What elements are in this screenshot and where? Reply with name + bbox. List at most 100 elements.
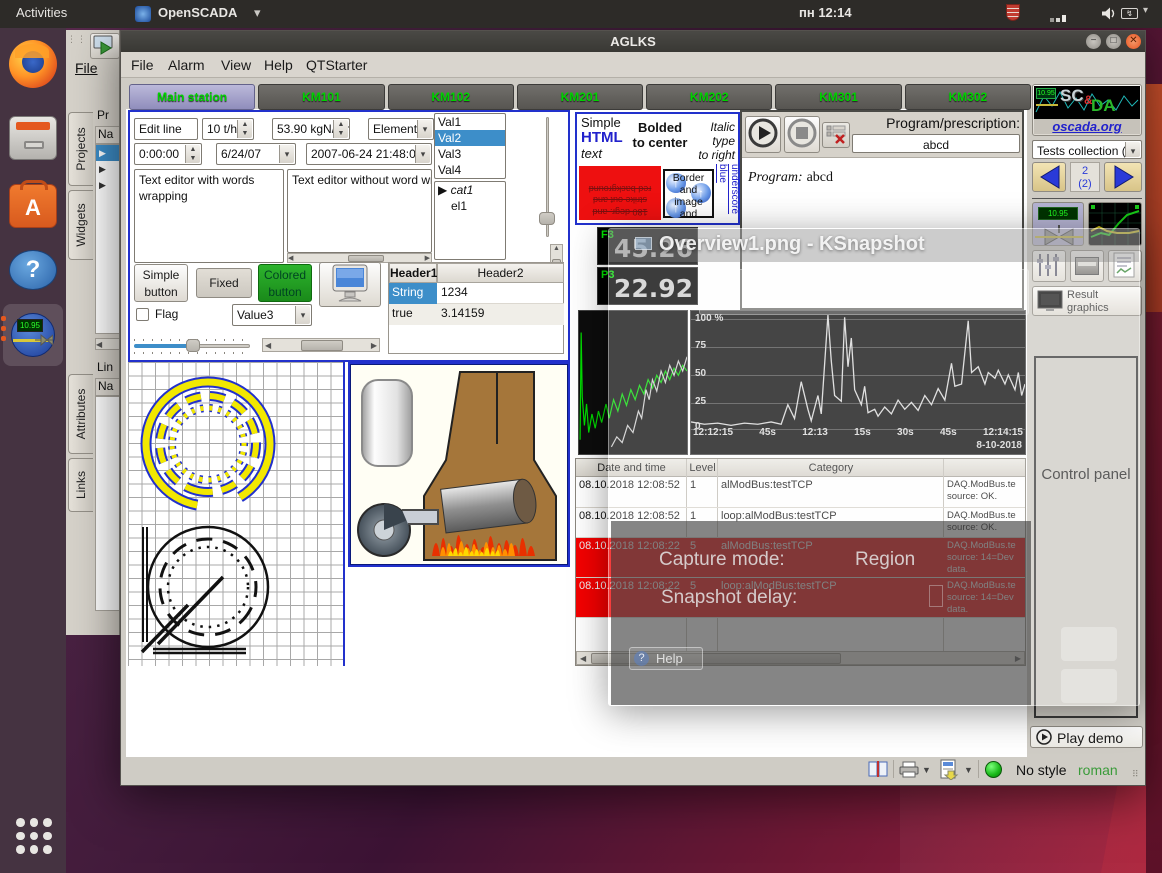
resize-grip[interactable]: ⠿	[1132, 769, 1140, 780]
spin-arrows-icon[interactable]: ▲▼	[333, 120, 348, 138]
minimize-button[interactable]: −	[1086, 34, 1101, 49]
projects-tree[interactable]: ▶ ▶ ▶	[95, 144, 120, 334]
text-editor-nowrap[interactable]: Text editor without word wrap	[287, 169, 432, 253]
flag-checkbox[interactable]	[136, 308, 149, 321]
table-cell[interactable]: 3.14159	[437, 304, 564, 325]
next-page-button[interactable]	[1104, 162, 1142, 192]
editor-file-menu[interactable]: File	[75, 60, 98, 76]
image-button[interactable]	[319, 262, 381, 307]
fixed-button[interactable]: Fixed	[196, 268, 252, 298]
flow-spinbox[interactable]: 10 t/h▲▼	[202, 118, 254, 140]
menu-qtstarter[interactable]: QTStarter	[306, 57, 367, 73]
tab-km201[interactable]: KM201	[517, 84, 643, 110]
dock-software-icon[interactable]: A	[9, 184, 57, 228]
datetime-combobox[interactable]: 2007-06-24 21:48:01▾	[306, 143, 432, 165]
date-combobox[interactable]: 6/24/07▾	[216, 143, 296, 165]
export-menu-caret-icon[interactable]: ▼	[964, 765, 973, 775]
tab-km102[interactable]: KM102	[388, 84, 514, 110]
show-applications-icon[interactable]	[16, 818, 52, 854]
chevron-down-icon[interactable]: ▾	[415, 145, 430, 163]
export-icon[interactable]	[938, 759, 960, 783]
menu-help[interactable]: Help	[264, 57, 293, 73]
network-tray-icon[interactable]	[1050, 10, 1066, 25]
spin-arrows-icon[interactable]: ▲▼	[185, 145, 200, 163]
table-cell[interactable]: 1234	[437, 283, 564, 304]
slider-handle[interactable]	[186, 339, 200, 352]
tree-row[interactable]: ▶	[96, 177, 119, 193]
spin-arrows-icon[interactable]: ▲▼	[237, 120, 252, 138]
pressure-spinbox[interactable]: 53.90 kgN/sm▲▼	[272, 118, 350, 140]
print-icon[interactable]	[898, 761, 920, 781]
tab-km101[interactable]: KM101	[258, 84, 384, 110]
firewall-shield-icon[interactable]	[1006, 4, 1020, 21]
list-clear-button[interactable]	[822, 122, 850, 148]
tab-km302[interactable]: KM302	[905, 84, 1031, 110]
program-input[interactable]: abcd	[852, 134, 1020, 153]
tests-combobox[interactable]: Tests collection (2▾	[1032, 140, 1142, 159]
volume-icon[interactable]	[1102, 7, 1117, 23]
chevron-down-icon[interactable]: ▾	[295, 306, 310, 324]
dock-help-icon[interactable]: ?	[9, 250, 57, 290]
play-demo-button[interactable]: Play demo	[1030, 726, 1143, 748]
vertical-slider[interactable]	[542, 117, 552, 237]
table-cell[interactable]: String	[389, 283, 437, 304]
edit-line-input[interactable]: Edit line	[134, 118, 198, 140]
tree-node-el1[interactable]: el1	[435, 198, 505, 214]
list-item[interactable]: Val4	[435, 162, 505, 178]
editor-h-scrollbar[interactable]: ◀	[95, 338, 120, 350]
maximize-button[interactable]: □	[1106, 34, 1121, 49]
user-label[interactable]: roman	[1078, 762, 1118, 778]
tree-node-cat1[interactable]: ▶ cat1	[435, 182, 505, 198]
menu-file[interactable]: File	[131, 57, 154, 73]
dock-firefox-icon[interactable]	[9, 40, 57, 88]
list-item[interactable]: Val3	[435, 146, 505, 162]
tab-km301[interactable]: KM301	[775, 84, 901, 110]
prev-page-button[interactable]	[1032, 162, 1066, 192]
close-button[interactable]: ✕	[1126, 34, 1141, 49]
tab-km202[interactable]: KM202	[646, 84, 772, 110]
doc-book-icon[interactable]	[868, 760, 888, 781]
table-cell[interactable]: true	[389, 304, 437, 325]
menu-view[interactable]: View	[221, 57, 251, 73]
editor-tab-widgets[interactable]: Widgets	[68, 190, 93, 260]
editor-tab-links[interactable]: Links	[68, 458, 93, 512]
colored-button[interactable]: Colored button	[258, 264, 312, 302]
table-header2[interactable]: Header2	[437, 263, 564, 283]
chevron-down-icon[interactable]: ▾	[279, 145, 294, 163]
tree-row[interactable]: ▶	[96, 161, 119, 177]
menu-alarm[interactable]: Alarm	[168, 57, 205, 73]
stop-button[interactable]	[784, 116, 820, 153]
window-titlebar[interactable]: AGLKS	[121, 31, 1145, 52]
element-combobox[interactable]: Element▾	[368, 118, 434, 140]
editor-run-icon[interactable]	[90, 33, 120, 59]
horizontal-slider[interactable]	[134, 336, 250, 354]
form-table[interactable]: Header1 Header2 String 1234 true 3.14159	[388, 262, 564, 354]
dock-openscada-icon[interactable]: 10.95	[9, 311, 57, 359]
dock-files-icon[interactable]	[9, 116, 57, 160]
list-item[interactable]: Val1	[435, 114, 505, 130]
tab-main-station[interactable]: Main station	[129, 84, 255, 110]
slider-handle[interactable]	[539, 212, 555, 225]
list-item-selected[interactable]: Val2	[435, 130, 505, 146]
editor-tab-projects[interactable]: Projects	[68, 112, 93, 186]
clock[interactable]: пн 12:14	[799, 5, 852, 20]
activities-button[interactable]: Activities	[16, 5, 67, 20]
table-header1[interactable]: Header1	[389, 263, 437, 283]
text-editor-wrap[interactable]: Text editor with words wrapping	[134, 169, 284, 263]
editor-tab-attributes[interactable]: Attributes	[68, 374, 93, 454]
system-menu-caret-icon[interactable]: ▾	[1143, 5, 1148, 16]
play-button[interactable]	[745, 116, 781, 153]
chevron-down-icon[interactable]: ▾	[417, 120, 432, 138]
battery-icon[interactable]: ↯	[1121, 8, 1138, 19]
chevron-down-icon[interactable]: ▾	[1125, 142, 1140, 157]
value3-combobox[interactable]: Value3▾	[232, 304, 312, 326]
oscada-logo-button[interactable]: SC & DA 10.95 oscada.org	[1032, 84, 1142, 136]
print-menu-caret-icon[interactable]: ▼	[922, 765, 931, 775]
app-menu-button[interactable]: OpenSCADA	[158, 5, 237, 20]
time-spinbox[interactable]: 0:00:00▲▼	[134, 143, 202, 165]
horizontal-scrollbar[interactable]: ◀▶	[262, 338, 380, 352]
tree-row-selected[interactable]: ▶	[96, 145, 119, 161]
simple-button[interactable]: Simple button	[134, 264, 188, 302]
value-listbox[interactable]: Val1 Val2 Val3 Val4	[434, 113, 506, 179]
tree-widget[interactable]: ▶ cat1 el1	[434, 181, 506, 260]
